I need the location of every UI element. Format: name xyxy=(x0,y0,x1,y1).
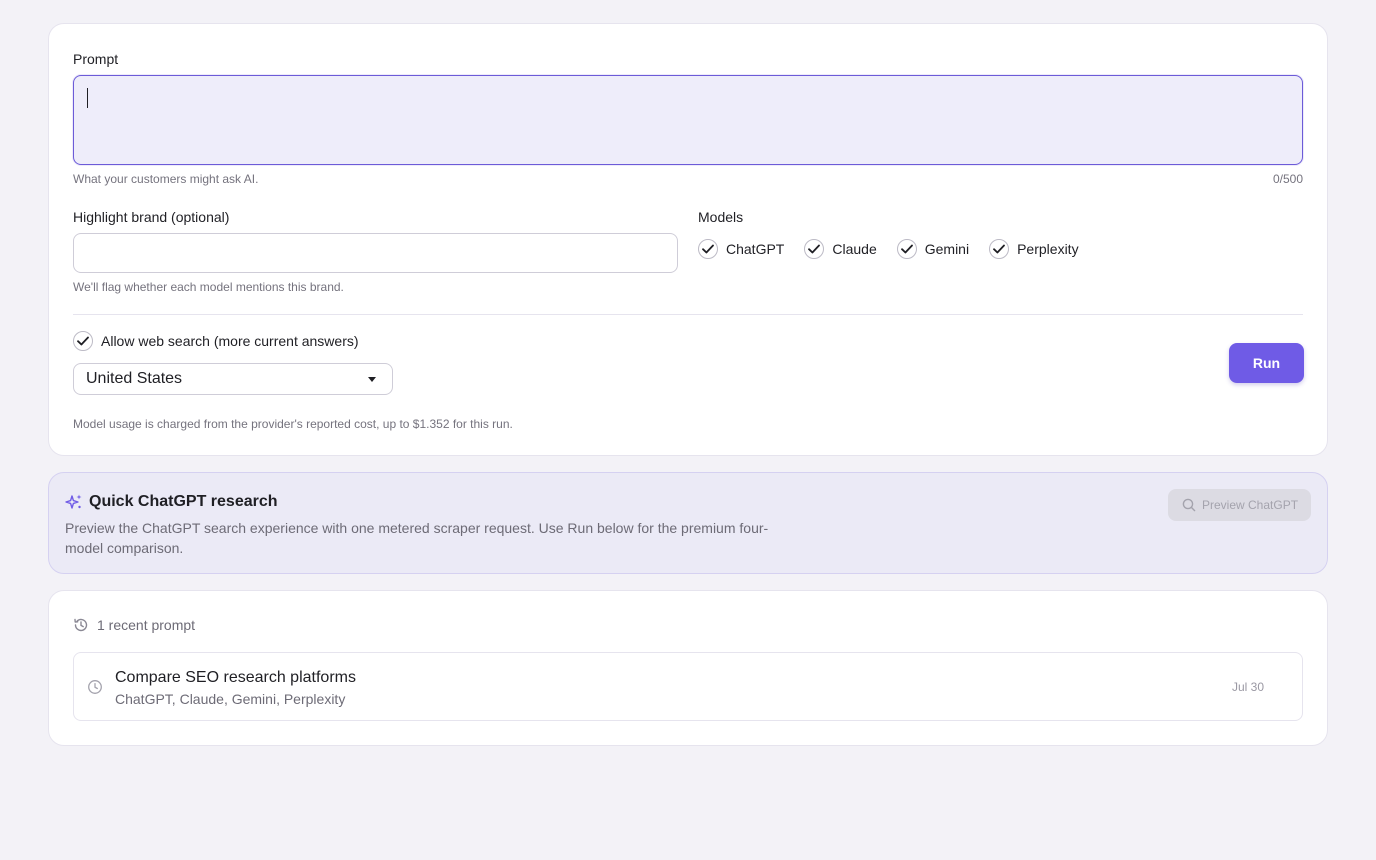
run-button[interactable]: Run xyxy=(1229,343,1304,383)
web-search-label: Allow web search (more current answers) xyxy=(101,333,359,349)
quick-research-description: Preview the ChatGPT search experience wi… xyxy=(65,520,769,556)
search-icon xyxy=(1182,498,1196,512)
model-checkbox-claude[interactable]: Claude xyxy=(804,238,877,260)
prompt-label: Prompt xyxy=(73,51,119,67)
preview-chatgpt-button[interactable]: Preview ChatGPT xyxy=(1168,489,1311,521)
recent-prompt-date: Jul 30 xyxy=(1231,680,1264,694)
recent-prompts-count: 1 recent prompt xyxy=(97,617,196,633)
model-label: ChatGPT xyxy=(726,241,785,257)
prompt-hint: What your customers might ask AI. xyxy=(73,172,259,186)
model-checkbox-perplexity[interactable]: Perplexity xyxy=(989,238,1079,260)
model-label: Gemini xyxy=(924,241,970,257)
recent-prompt-models: ChatGPT, Claude, Gemini, Perplexity xyxy=(115,691,346,707)
clock-icon xyxy=(87,679,103,700)
web-search-checkbox[interactable]: Allow web search (more current answers) xyxy=(73,331,359,351)
quick-research-title: Quick ChatGPT research xyxy=(89,493,278,510)
history-icon xyxy=(74,618,88,632)
brand-label: Highlight brand (optional) xyxy=(73,209,230,225)
country-select-value: United States xyxy=(86,370,183,387)
text-caret xyxy=(87,88,88,108)
models-label: Models xyxy=(698,209,744,225)
prompt-textarea[interactable] xyxy=(73,75,1303,165)
prompt-form-card: Prompt What your customers might ask AI.… xyxy=(48,23,1328,456)
sparkles-icon xyxy=(65,493,83,511)
recent-prompts-header: 1 recent prompt xyxy=(73,617,195,633)
check-icon xyxy=(989,239,1010,259)
country-select[interactable]: United States xyxy=(73,363,393,395)
brand-input[interactable] xyxy=(73,233,678,273)
divider xyxy=(73,314,1303,315)
chevron-down-icon xyxy=(368,377,376,382)
recent-prompt-item[interactable]: Compare SEO research platforms ChatGPT, … xyxy=(73,652,1303,721)
prompt-char-counter: 0/500 xyxy=(1272,172,1303,186)
model-label: Perplexity xyxy=(1017,241,1079,257)
check-icon xyxy=(73,331,93,351)
model-checkbox-gemini[interactable]: Gemini xyxy=(896,238,970,260)
recent-prompts-card: 1 recent prompt Compare SEO research pla… xyxy=(48,590,1328,746)
quick-research-card: Quick ChatGPT research Preview the ChatG… xyxy=(48,472,1328,574)
recent-prompt-title: Compare SEO research platforms xyxy=(115,669,356,686)
model-checkbox-chatgpt[interactable]: ChatGPT xyxy=(698,238,784,260)
models-checkbox-group: ChatGPT Claude Gemini Perplexity xyxy=(698,238,1099,260)
check-icon xyxy=(804,239,825,259)
preview-chatgpt-label: Preview ChatGPT xyxy=(1202,498,1299,512)
model-label: Claude xyxy=(832,241,877,257)
cost-note: Model usage is charged from the provider… xyxy=(73,417,513,431)
check-icon xyxy=(698,239,718,259)
brand-hint: We'll flag whether each model mentions t… xyxy=(73,280,344,294)
check-icon xyxy=(896,239,917,259)
